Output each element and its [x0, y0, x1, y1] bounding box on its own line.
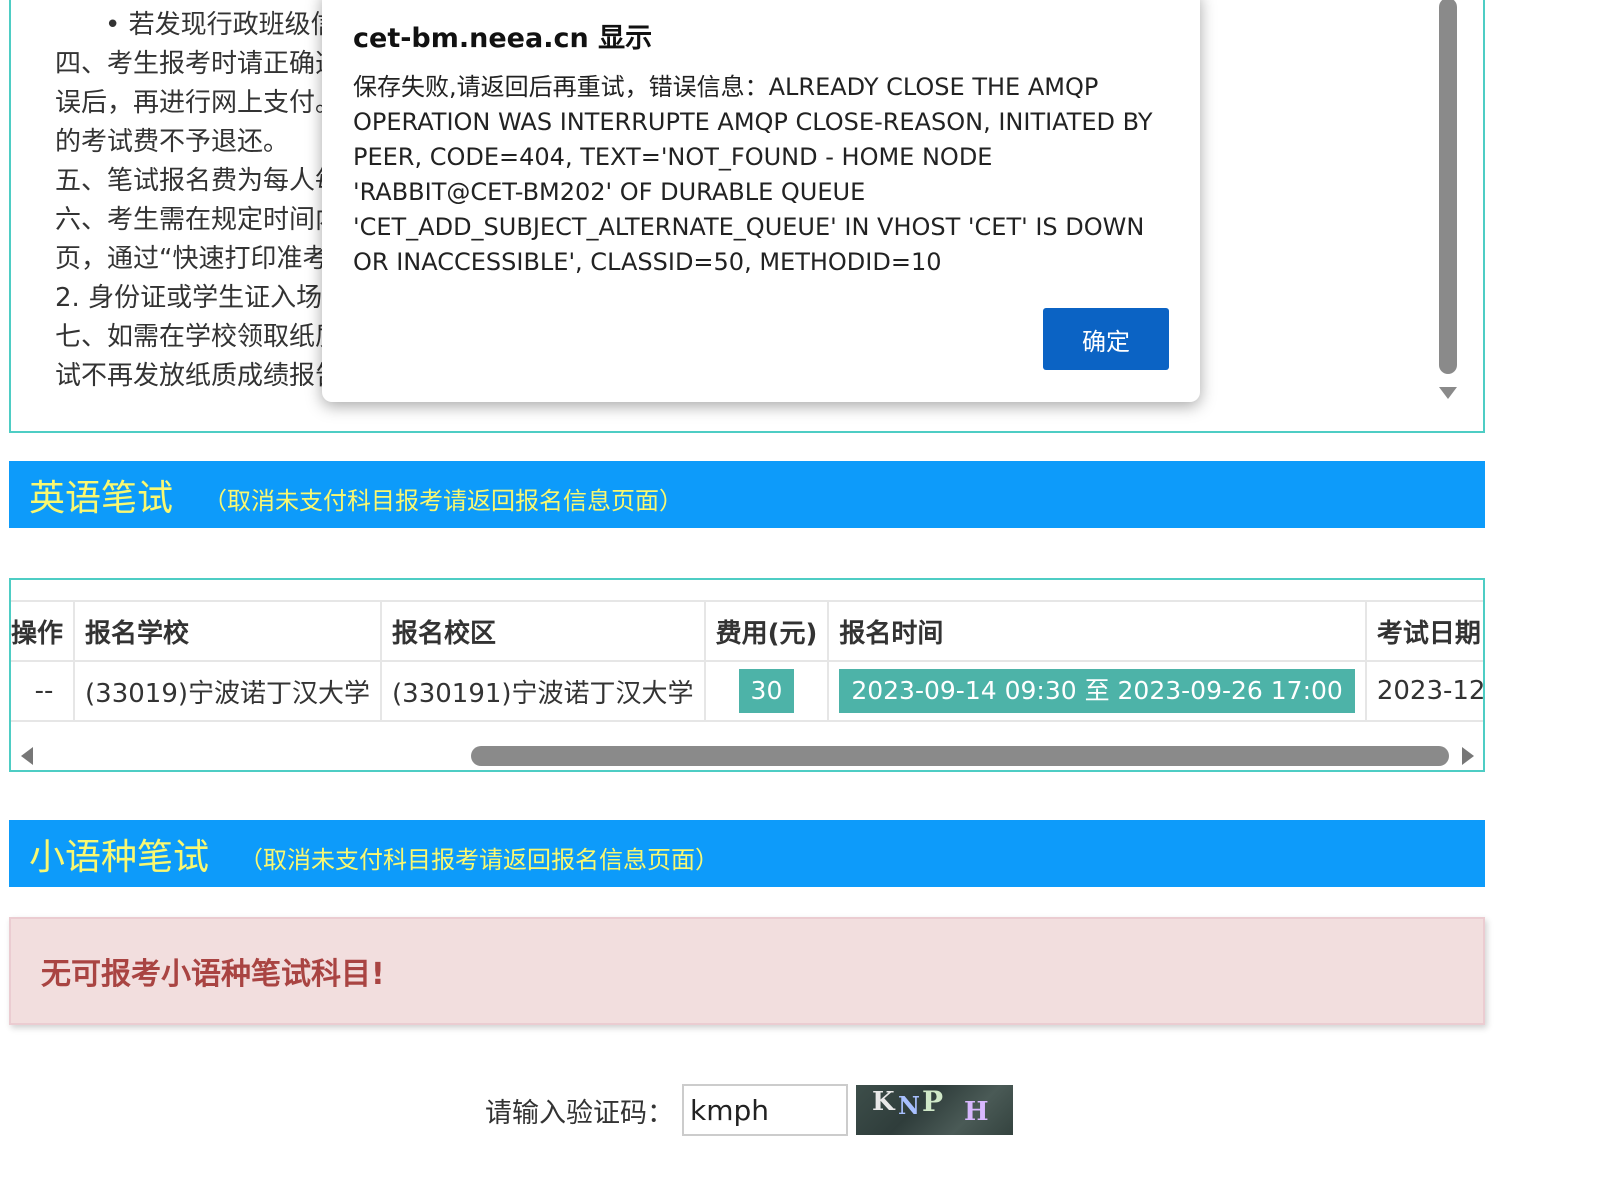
cell-campus: (330191)宁波诺丁汉大学 — [380, 660, 706, 722]
cell-school: (33019)宁波诺丁汉大学 — [73, 660, 383, 722]
scroll-right-arrow-icon[interactable] — [1462, 747, 1474, 765]
table-header-row: 补操作 报名学校 报名校区 费用(元) 报名时间 考试日期 — [11, 600, 1483, 662]
vertical-scrollbar-thumb[interactable] — [1439, 0, 1457, 374]
section-title: 小语种笔试 — [29, 836, 210, 878]
registration-table-container: 补操作 报名学校 报名校区 费用(元) 报名时间 考试日期 -- (33019)… — [9, 578, 1485, 772]
dialog-message: 保存失败,请返回后再重试，错误信息：ALREADY CLOSE THE AMQP… — [353, 73, 1153, 276]
captcha-label: 请输入验证码： — [485, 1097, 674, 1129]
column-header-reg-time: 报名时间 — [827, 600, 1367, 662]
scroll-down-arrow-icon[interactable] — [1439, 387, 1457, 399]
column-header-fee: 费用(元) — [703, 600, 830, 662]
horizontal-scrollbar-thumb[interactable] — [471, 746, 1449, 766]
captcha-row: 请输入验证码： K N P H — [485, 1083, 1013, 1137]
reg-time-badge: 2023-09-14 09:30 至 2023-09-26 17:00 — [839, 669, 1355, 713]
captcha-letter: P — [922, 1085, 944, 1118]
column-header-school: 报名学校 — [73, 600, 383, 662]
section-title: 英语笔试 — [29, 477, 174, 519]
registration-table: 补操作 报名学校 报名校区 费用(元) 报名时间 考试日期 -- (33019)… — [11, 600, 1483, 722]
captcha-letter: H — [964, 1097, 989, 1127]
table-row: -- (33019)宁波诺丁汉大学 (330191)宁波诺丁汉大学 30 202… — [11, 660, 1483, 722]
fee-badge: 30 — [738, 669, 795, 713]
captcha-input[interactable] — [682, 1084, 848, 1136]
english-section-header: 英语笔试 （取消未支付科目报考请返回报名信息页面） — [9, 461, 1485, 528]
cell-reg-time: 2023-09-14 09:30 至 2023-09-26 17:00 — [827, 660, 1367, 722]
captcha-image[interactable]: K N P H — [856, 1085, 1013, 1135]
no-subject-alert: 无可报考小语种笔试科目! — [9, 917, 1485, 1025]
scroll-left-arrow-icon[interactable] — [21, 747, 33, 765]
section-subtitle: （取消未支付科目报考请返回报名信息页面） — [203, 487, 684, 515]
cell-operation: -- — [11, 660, 76, 722]
column-header-exam-date: 考试日期 — [1364, 600, 1483, 662]
column-header-operation: 补操作 — [11, 600, 76, 662]
ok-button[interactable]: 确定 — [1043, 308, 1169, 370]
cell-exam-date: 2023-12-16 — [1364, 660, 1483, 722]
captcha-letter: N — [898, 1091, 920, 1120]
section-subtitle: （取消未支付科目报考请返回报名信息页面） — [239, 846, 720, 874]
alert-message: 无可报考小语种笔试科目! — [41, 957, 385, 992]
column-header-campus: 报名校区 — [380, 600, 706, 662]
captcha-letter: K — [872, 1087, 895, 1117]
registration-page: • 若发现行政班级信息有误， 四、考生报考时请正确选择所报考的笔试、口试科目和报… — [0, 0, 1600, 1193]
minor-language-section-header: 小语种笔试 （取消未支付科目报考请返回报名信息页面） — [9, 820, 1485, 887]
error-dialog: cet-bm.neea.cn 显示 保存失败,请返回后再重试，错误信息：ALRE… — [322, 0, 1200, 402]
dialog-title: cet-bm.neea.cn 显示 — [353, 23, 653, 54]
cell-fee: 30 — [703, 660, 830, 722]
